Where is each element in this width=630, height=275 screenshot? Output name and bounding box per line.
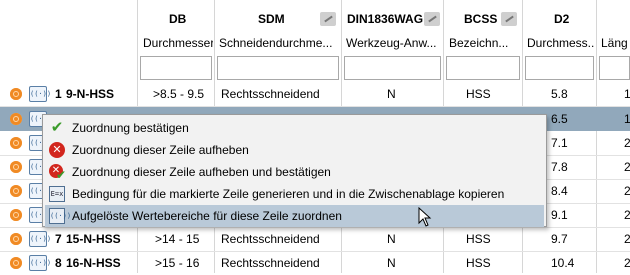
row-number: 7 [55, 232, 62, 246]
filter-input-length[interactable] [599, 56, 630, 80]
column-subheader-din: Werkzeug-Anw... [346, 36, 437, 50]
column-subheader-db: Durchmesser [143, 36, 213, 50]
column-header-bcss[interactable]: BCSS [464, 12, 497, 26]
menu-item-label: Aufgelöste Wertebereiche für diese Zeile… [72, 209, 342, 223]
cell-d2[interactable]: 10.4 [551, 256, 574, 270]
column-header-din1836wag[interactable]: DIN1836WAG [347, 12, 423, 26]
cell-d2[interactable]: 8.4 [551, 184, 568, 198]
menu-item-remove-and-confirm[interactable]: ✕ ✔ Zuordnung dieser Zeile aufheben und … [45, 161, 544, 183]
row-id: 15-N-HSS [66, 232, 121, 246]
filter-input-d2[interactable] [525, 56, 594, 80]
range-icon[interactable]: ((·)) [29, 255, 51, 271]
row-number: 8 [55, 256, 62, 270]
remove-confirm-icon: ✕ ✔ [49, 164, 66, 181]
row-id: 16-N-HSS [66, 256, 121, 270]
check-icon: ✔ [50, 119, 64, 136]
column-header-d2[interactable]: D2 [554, 12, 569, 26]
cell-length[interactable]: 2 [624, 208, 630, 222]
gear-icon[interactable] [10, 88, 22, 100]
filter-input-sdm[interactable] [217, 56, 339, 80]
cell-length[interactable]: 2 [624, 232, 630, 246]
cell-db[interactable]: >15 - 16 [155, 256, 199, 270]
table-row[interactable]: ((·)) 1 9-N-HSS >8.5 - 9.5 Rechtsschneid… [0, 82, 630, 106]
cell-sdm[interactable]: Rechtsschneidend [221, 87, 320, 101]
table-row[interactable]: ((·)) 7 15-N-HSS >14 - 15 Rechtsschneide… [0, 227, 630, 251]
clipboard-expression-icon: E=x [49, 186, 65, 202]
gear-icon[interactable] [10, 233, 22, 245]
table-row[interactable]: ((·)) 8 16-N-HSS >15 - 16 Rechtsschneide… [0, 251, 630, 275]
remove-icon: ✕ [49, 142, 65, 158]
cell-sdm[interactable]: Rechtsschneidend [221, 256, 320, 270]
edit-pencil-icon[interactable] [424, 12, 440, 26]
menu-item-label: Zuordnung bestätigen [72, 121, 189, 135]
menu-item-generate-condition[interactable]: E=x Bedingung für die markierte Zeile ge… [45, 183, 544, 205]
cell-d2[interactable]: 9.1 [551, 208, 568, 222]
cell-din[interactable]: N [387, 256, 396, 270]
gear-icon[interactable] [10, 137, 22, 149]
gear-icon[interactable] [10, 185, 22, 197]
menu-item-confirm-assignment[interactable]: ✔ Zuordnung bestätigen [45, 117, 544, 139]
cell-d2[interactable]: 9.7 [551, 232, 568, 246]
context-menu: ✔ Zuordnung bestätigen ✕ Zuordnung diese… [42, 114, 547, 227]
cell-d2[interactable]: 7.1 [551, 136, 568, 150]
row-id: 9-N-HSS [66, 87, 115, 101]
cell-bcss[interactable]: HSS [466, 256, 491, 270]
cell-length[interactable]: 1 [624, 87, 630, 101]
filter-input-din[interactable] [344, 56, 441, 80]
filter-input-db[interactable] [140, 56, 212, 80]
range-assign-icon: ((·)) [49, 208, 71, 224]
filter-input-bcss[interactable] [446, 56, 520, 80]
edit-pencil-icon[interactable] [320, 12, 336, 26]
menu-item-label: Bedingung für die markierte Zeile generi… [72, 187, 505, 201]
cell-d2[interactable]: 5.8 [551, 87, 568, 101]
range-icon[interactable]: ((·)) [29, 231, 51, 247]
cell-bcss[interactable]: HSS [466, 87, 491, 101]
cell-d2[interactable]: 6.5 [551, 112, 568, 126]
menu-item-assign-resolved-ranges[interactable]: ((·)) Aufgelöste Wertebereiche für diese… [45, 205, 544, 227]
cell-bcss[interactable]: HSS [466, 232, 491, 246]
menu-item-label: Zuordnung dieser Zeile aufheben [72, 143, 249, 157]
cell-length[interactable]: 2 [624, 184, 630, 198]
column-subheader-bcss: Bezeichn... [449, 36, 509, 50]
cell-length[interactable]: 2 [624, 136, 630, 150]
cell-length[interactable]: 2 [624, 160, 630, 174]
cell-db[interactable]: >14 - 15 [155, 232, 199, 246]
gear-icon[interactable] [10, 113, 22, 125]
menu-item-label: Zuordnung dieser Zeile aufheben und best… [72, 165, 331, 179]
cell-d2[interactable]: 7.8 [551, 160, 568, 174]
column-subheader-d2: Durchmess... [527, 36, 595, 50]
mouse-cursor-icon [418, 207, 432, 227]
menu-item-remove-assignment[interactable]: ✕ Zuordnung dieser Zeile aufheben [45, 139, 544, 161]
edit-pencil-icon[interactable] [501, 12, 517, 26]
gear-icon[interactable] [10, 257, 22, 269]
column-subheader-length: Läng [601, 36, 628, 50]
row-number: 1 [55, 87, 62, 101]
cell-db[interactable]: >8.5 - 9.5 [153, 87, 204, 101]
column-subheader-sdm: Schneidendurchme... [219, 36, 333, 50]
column-header-db[interactable]: DB [169, 12, 186, 26]
cell-din[interactable]: N [387, 232, 396, 246]
cell-length[interactable]: 2 [624, 256, 630, 270]
cell-length[interactable]: 1 [624, 112, 630, 126]
column-header-sdm[interactable]: SDM [258, 12, 285, 26]
cell-din[interactable]: N [387, 87, 396, 101]
gear-icon[interactable] [10, 161, 22, 173]
range-icon[interactable]: ((·)) [29, 86, 51, 102]
cell-sdm[interactable]: Rechtsschneidend [221, 232, 320, 246]
gear-icon[interactable] [10, 209, 22, 221]
